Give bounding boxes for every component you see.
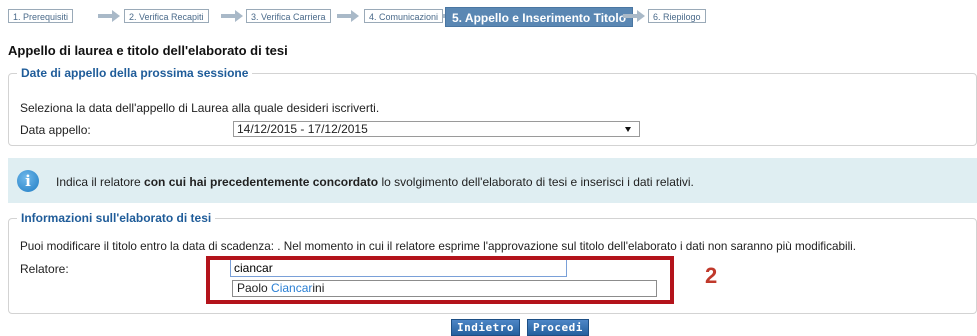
wizard-step-3[interactable]: 3. Verifica Carriera (246, 9, 331, 23)
info-text: Indica il relatore con cui hai precedent… (56, 175, 694, 189)
annotation-step-marker: 2 (705, 263, 718, 288)
info-text-start: Indica il relatore (56, 175, 145, 189)
arrow-right-icon (98, 10, 120, 22)
wizard-step-5-active: 5. Appello e Inserimento Titolo (445, 7, 634, 27)
info-icon: i (17, 170, 39, 192)
annotation-highlight-box (206, 256, 674, 304)
wizard-step-4[interactable]: 4. Comunicazioni (364, 9, 444, 23)
page-title: Appello di laurea e titolo dell'elaborat… (8, 43, 288, 58)
arrow-right-icon (221, 10, 243, 22)
session-legend: Date di appello della prossima sessione (21, 66, 249, 80)
wizard-step-1[interactable]: 1. Prerequisiti (8, 9, 74, 23)
wizard-step-2[interactable]: 2. Verifica Recapiti (124, 9, 209, 23)
arrow-right-icon (623, 10, 645, 22)
proceed-button[interactable]: Procedi (527, 319, 589, 336)
back-button[interactable]: Indietro (451, 319, 520, 336)
date-select-value: 14/12/2015 - 17/12/2015 (237, 122, 368, 136)
thesis-legend: Informazioni sull'elaborato di tesi (21, 211, 212, 225)
session-instruction: Seleziona la data dell'appello di Laurea… (20, 101, 380, 115)
info-text-end: lo svolgimento dell'elaborato di tesi e … (378, 175, 694, 189)
thesis-note: Puoi modificare il titolo entro la data … (20, 240, 857, 253)
wizard-step-6[interactable]: 6. Riepilogo (648, 9, 706, 23)
date-select[interactable]: 14/12/2015 - 17/12/2015 (233, 121, 640, 137)
arrow-right-icon (337, 10, 359, 22)
date-label: Data appello: (20, 123, 91, 137)
chevron-down-icon (625, 127, 631, 132)
relatore-label: Relatore: (20, 262, 69, 276)
info-text-bold: con cui hai precedentemente concordato (144, 175, 379, 189)
